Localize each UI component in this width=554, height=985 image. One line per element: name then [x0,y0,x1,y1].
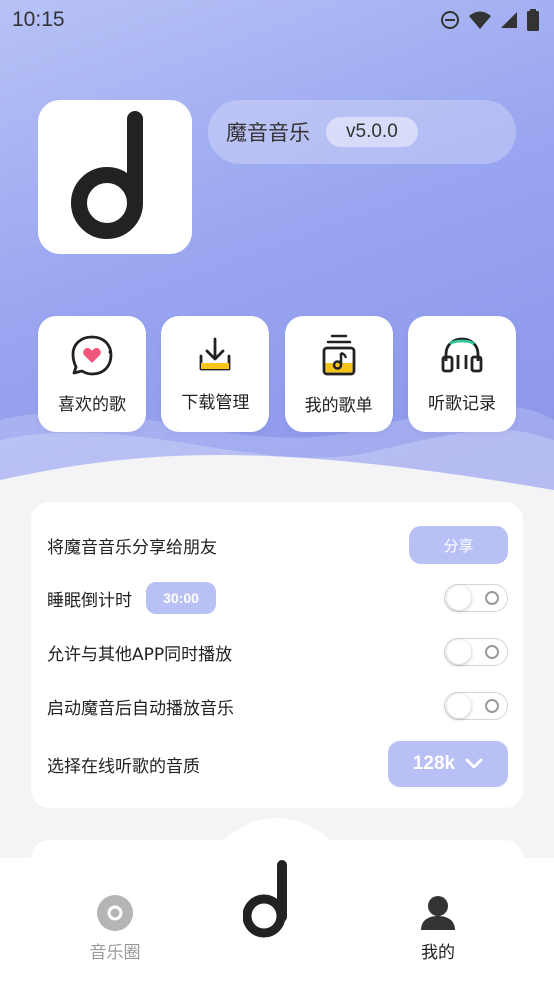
toggle-off-indicator [485,645,499,659]
download-icon [199,337,231,370]
quick-action-playlists[interactable]: 我的歌单 [284,316,393,432]
battery-icon [527,9,539,31]
quick-action-label: 我的歌单 [304,395,373,416]
quick-action-downloads[interactable]: 下载管理 [161,316,270,432]
sleep-timer-badge[interactable]: 30:00 [146,582,216,614]
quick-action-history[interactable]: 听歌记录 [407,316,516,432]
status-bar: 10:15 [0,0,554,40]
nav-label: 我的 [421,943,455,963]
sleep-timer-toggle[interactable] [444,584,508,612]
setting-label-group: 睡眠倒计时 30:00 [47,582,216,614]
chevron-down-icon [465,758,483,769]
status-icons [440,9,540,31]
mix-play-toggle[interactable] [444,638,508,666]
quality-select[interactable]: 128k [388,741,508,787]
nav-music-circle[interactable]: 音乐圈 [65,894,165,963]
setting-mix-play: 允许与其他APP同时播放 [47,638,508,666]
settings-card: 将魔音音乐分享给朋友 分享 睡眠倒计时 30:00 允许与其他APP同时播放 启… [31,502,523,808]
quick-action-favorites[interactable]: 喜欢的歌 [38,316,146,432]
version-badge: v5.0.0 [326,117,418,147]
setting-label: 选择在线听歌的音质 [47,756,200,777]
setting-sleep-timer: 睡眠倒计时 30:00 [47,582,508,614]
center-play-logo-icon[interactable] [243,858,299,940]
quick-action-label: 下载管理 [181,392,250,413]
headphones-icon [441,337,483,372]
quick-action-label: 喜欢的歌 [58,394,126,415]
setting-label: 将魔音音乐分享给朋友 [47,537,217,558]
toggle-off-indicator [485,591,499,605]
setting-label: 允许与其他APP同时播放 [47,644,233,665]
music-circle-icon [97,895,133,931]
music-note-logo-icon [71,111,143,239]
toggle-off-indicator [485,699,499,713]
setting-share: 将魔音音乐分享给朋友 分享 [47,526,508,564]
user-icon [421,896,455,930]
setting-quality: 选择在线听歌的音质 128k [47,741,508,787]
toggle-knob [447,694,471,718]
wifi-icon [469,11,491,29]
nav-mine[interactable]: 我的 [388,894,488,963]
setting-label: 睡眠倒计时 [47,590,132,611]
signal-icon [501,12,517,28]
playlist-icon [322,334,356,375]
setting-label: 启动魔音后自动播放音乐 [47,698,234,719]
toggle-knob [447,640,471,664]
quick-actions: 喜欢的歌 下载管理 我的歌单 听歌记录 [38,316,516,432]
bottom-nav: 音乐圈 我的 [0,818,554,985]
nav-label: 音乐圈 [89,943,141,963]
app-title-pill: 魔音音乐 v5.0.0 [208,100,516,164]
autoplay-toggle[interactable] [444,692,508,720]
share-button[interactable]: 分享 [409,526,508,564]
app-logo [38,100,192,254]
app-name: 魔音音乐 [226,121,310,145]
do-not-disturb-icon [441,11,459,29]
toggle-knob [447,586,471,610]
setting-autoplay: 启动魔音后自动播放音乐 [47,692,508,720]
status-time: 10:15 [12,8,65,31]
quality-value: 128k [412,753,456,774]
heart-chat-icon [71,335,113,375]
quick-action-label: 听歌记录 [427,393,496,414]
